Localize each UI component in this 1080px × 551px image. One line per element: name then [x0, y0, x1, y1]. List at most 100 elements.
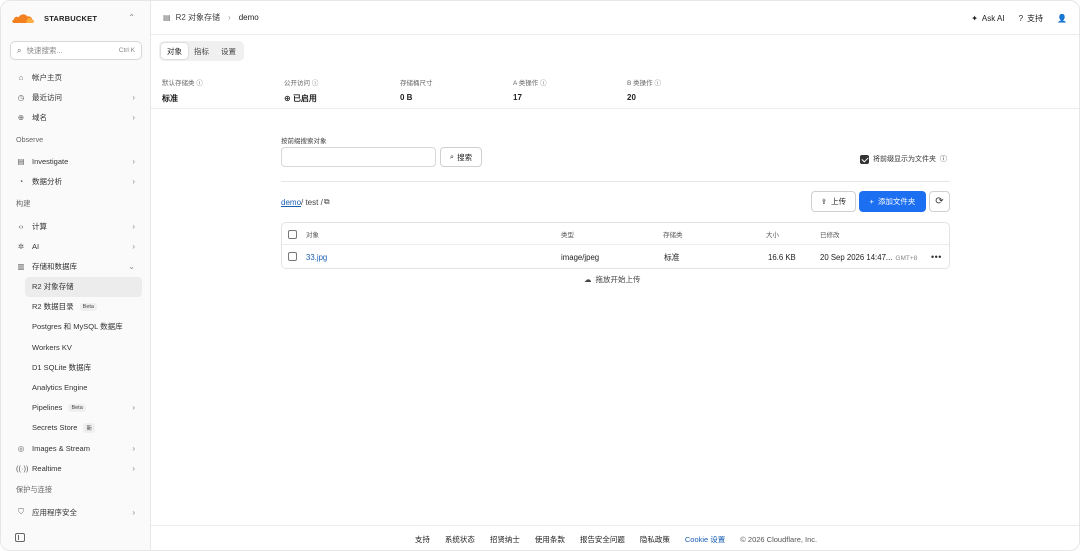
stat-bucket-size: 存储桶尺寸 0 B	[400, 77, 433, 102]
broadcast-icon: ((·))	[16, 463, 29, 473]
sidebar-item-realtime[interactable]: ((·)) Realtime ›	[1, 458, 151, 478]
sidebar-subitem-analytics-engine[interactable]: Analytics Engine	[1, 377, 151, 397]
folder-view-label: 将前缀显示为文件夹	[873, 156, 936, 163]
sidebar-item-storage[interactable]: ▥ 存储和数据库 ⌄	[1, 256, 151, 276]
divider	[281, 181, 950, 182]
breadcrumb-current: demo	[238, 13, 259, 22]
quick-search-placeholder: 快速搜索...	[26, 46, 63, 55]
info-icon[interactable]: ⓘ	[196, 80, 203, 87]
stat-public-access: 公开访问 ⓘ ⊕ 已启用	[284, 77, 318, 104]
column-storage-class[interactable]: 存储类	[663, 229, 683, 239]
chevron-down-icon: ⌄	[128, 261, 135, 271]
footer-link-careers[interactable]: 招贤纳士	[490, 534, 520, 545]
stat-class-a: A 类操作 ⓘ 17	[513, 77, 547, 102]
prefix-search-input[interactable]	[281, 147, 436, 167]
sidebar-item-label: Realtime	[32, 463, 62, 473]
footer-link-security[interactable]: 报告安全问题	[580, 534, 625, 545]
sidebar-subitem-secrets-store[interactable]: Secrets Store 新	[1, 418, 151, 438]
sidebar-subitem-d1[interactable]: D1 SQLite 数据库	[1, 357, 151, 377]
globe-icon: ⊕	[284, 94, 291, 103]
stat-label-text: 公开访问	[284, 80, 310, 87]
sidebar-subitem-r2-catalog[interactable]: R2 数据目录 Beta	[1, 297, 151, 317]
sidebar-nav: ⌂ 帐户主页 ◷ 最近访问 › ⊕ 域名 › Observe ▤ Investigate › …	[1, 67, 151, 523]
folder-view-checkbox[interactable]	[860, 154, 869, 164]
collapse-sidebar-icon[interactable]	[15, 533, 25, 542]
ask-ai-button[interactable]: ✦ Ask AI	[971, 14, 1004, 23]
sidebar-item-appsec[interactable]: ⛉ 应用程序安全 ›	[1, 502, 151, 522]
quick-search-input[interactable]: ⌕ 快速搜索... Ctrl K	[10, 41, 142, 60]
stat-value: 0 B	[400, 93, 413, 102]
info-icon[interactable]: ⓘ	[940, 154, 947, 164]
search-button[interactable]: ⌕ 搜索	[440, 147, 482, 167]
stat-label-text: B 类操作	[627, 80, 653, 87]
footer-link-cookie[interactable]: Cookie 设置	[685, 534, 725, 545]
info-icon[interactable]: ⓘ	[540, 80, 547, 87]
copy-icon[interactable]: ⧉	[324, 197, 330, 207]
account-switcher[interactable]: STARBUCKET ⌃	[1, 1, 151, 35]
select-all-checkbox[interactable]	[288, 230, 297, 239]
sidebar-item-investigate[interactable]: ▤ Investigate ›	[1, 152, 151, 172]
sidebar-item-label: Pipelines	[32, 403, 63, 413]
user-menu-button[interactable]: 👤	[1057, 14, 1067, 23]
footer-link-support[interactable]: 支持	[415, 534, 430, 545]
column-object[interactable]: 对象	[306, 229, 319, 239]
tab-objects[interactable]: 对象	[161, 43, 188, 59]
sidebar-item-domains[interactable]: ⊕ 域名 ›	[1, 107, 151, 127]
chevron-right-icon: ›	[132, 112, 135, 122]
user-icon: 👤	[1057, 13, 1067, 23]
object-name-link[interactable]: 33.jpg	[306, 253, 327, 262]
refresh-button[interactable]: ⟳	[929, 191, 950, 212]
tab-settings[interactable]: 设置	[215, 43, 242, 59]
folder-view-toggle[interactable]: 将前缀显示为文件夹 ⓘ	[860, 154, 947, 164]
column-type[interactable]: 类型	[561, 229, 574, 239]
stat-label: 存储桶尺寸	[400, 80, 433, 87]
search-icon: ⌕	[449, 152, 455, 161]
sidebar-subitem-workers-kv[interactable]: Workers KV	[1, 337, 151, 357]
sidebar-item-analytics[interactable]: ◔ 数据分析 ›	[1, 172, 151, 192]
sidebar-item-label: Postgres 和 MySQL 数据库	[32, 322, 123, 332]
sidebar-item-ai[interactable]: ✲ AI ›	[1, 236, 151, 256]
tab-metrics[interactable]: 指标	[188, 43, 215, 59]
sidebar-item-compute[interactable]: ‹› 计算 ›	[1, 216, 151, 236]
path-root-link[interactable]: demo	[281, 198, 301, 207]
bucket-stats: 默认存储类 ⓘ 标准 公开访问 ⓘ ⊕ 已启用 存储桶尺寸 0 B A 类操作 …	[151, 67, 1079, 109]
breadcrumb-root[interactable]: R2 对象存储	[176, 12, 220, 23]
info-icon[interactable]: ⓘ	[654, 80, 661, 87]
sidebar-subitem-postgres[interactable]: Postgres 和 MySQL 数据库	[1, 317, 151, 337]
footer-link-terms[interactable]: 使用条款	[535, 534, 565, 545]
column-modified[interactable]: 已修改	[820, 229, 840, 239]
drag-drop-hint[interactable]: ☁ 拖放开始上传	[584, 274, 641, 285]
sidebar-item-images[interactable]: ◎ Images & Stream ›	[1, 438, 151, 458]
support-label: 支持	[1027, 13, 1044, 23]
image-icon: ◎	[17, 443, 25, 453]
upload-button[interactable]: ⇪ 上传	[811, 191, 856, 212]
footer-link-privacy[interactable]: 隐私政策	[640, 534, 670, 545]
chevron-right-icon: ›	[132, 403, 135, 413]
sidebar-item-label: 应用程序安全	[32, 507, 77, 517]
footer-link-status[interactable]: 系统状态	[445, 534, 475, 545]
stat-value: 17	[513, 93, 522, 102]
chevron-updown-icon: ⌃	[128, 13, 135, 22]
table-row[interactable]: 33.jpg image/jpeg 标准 16.6 KB 20 Sep 2026…	[282, 245, 949, 269]
section-observe: Observe	[16, 135, 44, 145]
support-button[interactable]: ? 支持	[1019, 13, 1043, 24]
sidebar-item-label: Images & Stream	[32, 443, 90, 453]
sidebar-subitem-r2[interactable]: R2 对象存储	[25, 276, 142, 297]
drag-drop-label: 拖放开始上传	[595, 275, 641, 284]
refresh-icon: ⟳	[935, 196, 944, 207]
beta-badge: Beta	[79, 302, 97, 311]
column-size[interactable]: 大小	[766, 229, 779, 239]
more-actions-icon[interactable]: •••	[931, 252, 942, 262]
info-icon[interactable]: ⓘ	[312, 80, 319, 87]
globe-icon: ⊕	[17, 112, 25, 122]
add-folder-button[interactable]: + 添加文件夹	[859, 191, 926, 212]
bucket-tabs: 对象 指标 设置	[159, 41, 244, 61]
sidebar-subitem-pipelines[interactable]: Pipelines Beta ›	[1, 398, 151, 418]
beta-badge: Beta	[68, 403, 86, 412]
sidebar-item-recent[interactable]: ◷ 最近访问 ›	[1, 87, 151, 107]
row-checkbox[interactable]	[288, 252, 297, 261]
sidebar-item-label: R2 数据目录	[32, 302, 74, 312]
sidebar: STARBUCKET ⌃ ⌕ 快速搜索... Ctrl K ⌂ 帐户主页 ◷ 最近访…	[1, 1, 151, 550]
path-rest: / test /	[301, 197, 323, 207]
sidebar-item-home[interactable]: ⌂ 帐户主页	[1, 67, 151, 87]
